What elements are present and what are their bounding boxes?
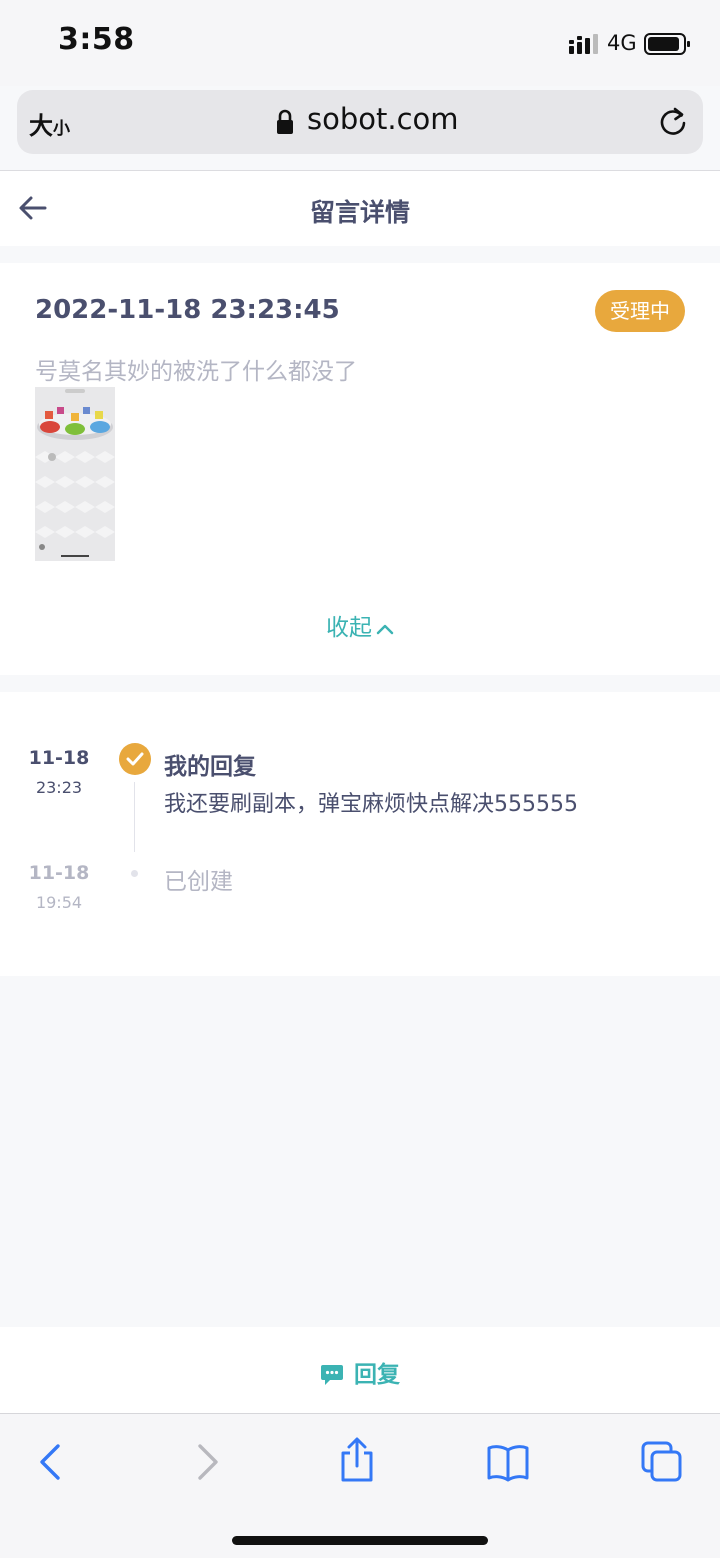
cellular-signal-icon bbox=[569, 34, 598, 54]
message-icon bbox=[321, 1365, 343, 1385]
status-bar: 3:58 4G bbox=[0, 0, 720, 86]
reply-bar: 回复 bbox=[0, 1327, 720, 1413]
attachment-thumbnail[interactable] bbox=[35, 387, 115, 561]
share-icon[interactable] bbox=[335, 1436, 379, 1484]
timeline-item-time: 23:23 bbox=[35, 778, 83, 797]
network-type: 4G bbox=[607, 31, 637, 55]
status-time: 3:58 bbox=[58, 22, 135, 57]
browser-forward-icon[interactable] bbox=[184, 1440, 228, 1484]
battery-icon bbox=[644, 33, 690, 55]
timeline-card: 11-18 23:23 我的回复 我还要刷副本，弹宝麻烦快点解决555555 1… bbox=[0, 692, 720, 976]
timeline-item-title: 我的回复 bbox=[164, 754, 256, 780]
timeline-item-content: 我还要刷副本，弹宝麻烦快点解决555555 bbox=[164, 792, 578, 817]
ticket-detail-card: 2022-11-18 23:23:45 受理中 号莫名其妙的被洗了什么都没了 收… bbox=[0, 263, 720, 675]
timeline-item-time: 19:54 bbox=[35, 893, 83, 912]
timeline-item-date: 11-18 bbox=[28, 862, 90, 884]
collapse-label: 收起 bbox=[326, 615, 372, 641]
reply-label: 回复 bbox=[354, 1362, 400, 1388]
status-badge: 受理中 bbox=[595, 290, 685, 332]
lock-icon bbox=[277, 109, 293, 134]
ticket-created-time: 2022-11-18 23:23:45 bbox=[35, 295, 340, 325]
collapse-toggle[interactable]: 收起 bbox=[0, 608, 720, 642]
text-size-button[interactable]: 大小 bbox=[29, 106, 70, 141]
text-size-big-label: 大 bbox=[29, 112, 53, 140]
browser-back-icon[interactable] bbox=[30, 1440, 74, 1484]
timeline-item-date: 11-18 bbox=[28, 747, 90, 769]
check-circle-icon bbox=[119, 743, 151, 775]
nav-header: 留言详情 bbox=[0, 171, 720, 246]
url-text[interactable]: sobot.com bbox=[307, 102, 459, 136]
address-bar[interactable]: 大小 sobot.com bbox=[17, 90, 703, 154]
bookmarks-icon[interactable] bbox=[486, 1440, 530, 1484]
timeline-line bbox=[134, 782, 135, 852]
reply-button[interactable]: 回复 bbox=[0, 1355, 720, 1389]
page-title: 留言详情 bbox=[309, 198, 410, 227]
ticket-description: 号莫名其妙的被洗了什么都没了 bbox=[35, 359, 357, 385]
chevron-up-icon bbox=[376, 624, 394, 634]
home-indicator bbox=[232, 1536, 488, 1545]
text-size-small-label: 小 bbox=[53, 119, 70, 139]
reload-icon[interactable] bbox=[657, 106, 689, 138]
browser-toolbar bbox=[0, 1413, 720, 1558]
timeline-item-title: 已创建 bbox=[164, 869, 233, 895]
tabs-icon[interactable] bbox=[640, 1440, 684, 1484]
timeline-dot bbox=[131, 870, 138, 877]
